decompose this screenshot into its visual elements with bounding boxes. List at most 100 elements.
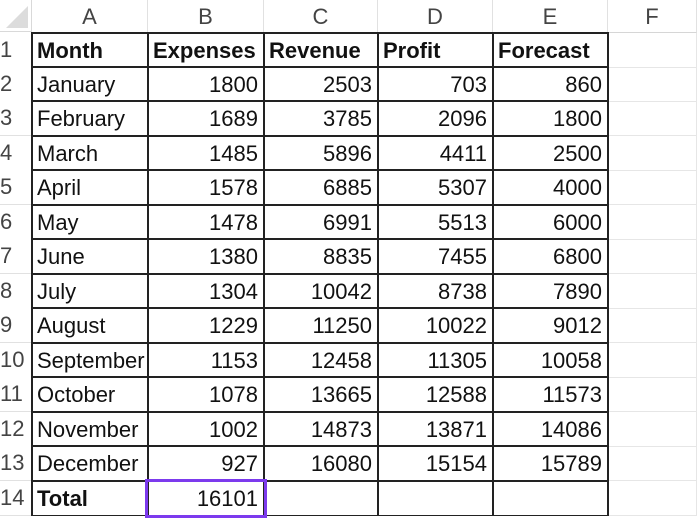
value-cell[interactable]: 10042 bbox=[264, 274, 378, 309]
value-cell[interactable]: 1578 bbox=[148, 170, 264, 205]
value-cell[interactable]: 5896 bbox=[264, 136, 378, 171]
value-cell[interactable]: 1078 bbox=[148, 377, 264, 412]
column-header-e[interactable]: E bbox=[493, 0, 608, 33]
month-cell[interactable]: August bbox=[32, 308, 148, 343]
value-cell[interactable]: 10058 bbox=[493, 343, 608, 378]
month-cell[interactable]: March bbox=[32, 136, 148, 171]
header-cell-month[interactable]: Month bbox=[32, 33, 148, 68]
column-header-d[interactable]: D bbox=[378, 0, 493, 33]
total-forecast-cell[interactable] bbox=[493, 481, 608, 516]
value-cell[interactable]: 5513 bbox=[378, 205, 493, 240]
row-header-13[interactable]: 13 bbox=[0, 446, 32, 481]
month-cell[interactable]: May bbox=[32, 205, 148, 240]
select-all-corner[interactable] bbox=[0, 0, 32, 32]
value-cell[interactable]: 1304 bbox=[148, 274, 264, 309]
column-header-a[interactable]: A bbox=[32, 0, 148, 33]
value-cell[interactable]: 1689 bbox=[148, 101, 264, 136]
empty-cell[interactable] bbox=[608, 170, 697, 205]
month-cell[interactable]: October bbox=[32, 377, 148, 412]
month-cell[interactable]: September bbox=[32, 343, 148, 378]
row-header-9[interactable]: 9 bbox=[0, 308, 32, 343]
empty-cell[interactable] bbox=[608, 377, 697, 412]
value-cell[interactable]: 5307 bbox=[378, 170, 493, 205]
total-label-cell[interactable]: Total bbox=[32, 481, 148, 516]
month-cell[interactable]: December bbox=[32, 446, 148, 481]
value-cell[interactable]: 2096 bbox=[378, 101, 493, 136]
column-header-c[interactable]: C bbox=[264, 0, 378, 33]
empty-cell[interactable] bbox=[608, 101, 697, 136]
value-cell[interactable]: 7890 bbox=[493, 274, 608, 309]
value-cell[interactable]: 6800 bbox=[493, 239, 608, 274]
row-header-12[interactable]: 12 bbox=[0, 412, 32, 447]
month-cell[interactable]: June bbox=[32, 239, 148, 274]
row-header-8[interactable]: 8 bbox=[0, 274, 32, 309]
empty-cell[interactable] bbox=[608, 205, 697, 240]
value-cell[interactable]: 2500 bbox=[493, 136, 608, 171]
empty-cell[interactable] bbox=[608, 67, 697, 102]
empty-cell[interactable] bbox=[608, 33, 697, 68]
value-cell[interactable]: 11573 bbox=[493, 377, 608, 412]
empty-cell[interactable] bbox=[608, 481, 697, 516]
value-cell[interactable]: 13665 bbox=[264, 377, 378, 412]
total-expenses-cell[interactable]: 16101 bbox=[148, 481, 264, 516]
value-cell[interactable]: 6885 bbox=[264, 170, 378, 205]
value-cell[interactable]: 2503 bbox=[264, 67, 378, 102]
row-header-4[interactable]: 4 bbox=[0, 136, 32, 171]
value-cell[interactable]: 4000 bbox=[493, 170, 608, 205]
row-header-11[interactable]: 11 bbox=[0, 377, 32, 412]
value-cell[interactable]: 15154 bbox=[378, 446, 493, 481]
empty-cell[interactable] bbox=[608, 446, 697, 481]
row-header-7[interactable]: 7 bbox=[0, 239, 32, 274]
value-cell[interactable]: 1800 bbox=[493, 101, 608, 136]
row-header-14[interactable]: 14 bbox=[0, 481, 32, 516]
row-header-1[interactable]: 1 bbox=[0, 33, 32, 68]
value-cell[interactable]: 703 bbox=[378, 67, 493, 102]
value-cell[interactable]: 1478 bbox=[148, 205, 264, 240]
value-cell[interactable]: 12458 bbox=[264, 343, 378, 378]
value-cell[interactable]: 13871 bbox=[378, 412, 493, 447]
value-cell[interactable]: 16080 bbox=[264, 446, 378, 481]
value-cell[interactable]: 14873 bbox=[264, 412, 378, 447]
value-cell[interactable]: 860 bbox=[493, 67, 608, 102]
empty-cell[interactable] bbox=[608, 308, 697, 343]
value-cell[interactable]: 3785 bbox=[264, 101, 378, 136]
row-header-10[interactable]: 10 bbox=[0, 343, 32, 378]
empty-cell[interactable] bbox=[608, 343, 697, 378]
value-cell[interactable]: 6991 bbox=[264, 205, 378, 240]
empty-cell[interactable] bbox=[608, 239, 697, 274]
empty-cell[interactable] bbox=[608, 412, 697, 447]
month-cell[interactable]: January bbox=[32, 67, 148, 102]
row-header-3[interactable]: 3 bbox=[0, 101, 32, 136]
month-cell[interactable]: February bbox=[32, 101, 148, 136]
month-cell[interactable]: July bbox=[32, 274, 148, 309]
total-profit-cell[interactable] bbox=[378, 481, 493, 516]
value-cell[interactable]: 15789 bbox=[493, 446, 608, 481]
column-header-f[interactable]: F bbox=[608, 0, 697, 33]
row-header-6[interactable]: 6 bbox=[0, 205, 32, 240]
value-cell[interactable]: 4411 bbox=[378, 136, 493, 171]
value-cell[interactable]: 1229 bbox=[148, 308, 264, 343]
value-cell[interactable]: 927 bbox=[148, 446, 264, 481]
value-cell[interactable]: 12588 bbox=[378, 377, 493, 412]
header-cell-revenue[interactable]: Revenue bbox=[264, 33, 378, 68]
value-cell[interactable]: 7455 bbox=[378, 239, 493, 274]
month-cell[interactable]: November bbox=[32, 412, 148, 447]
total-revenue-cell[interactable] bbox=[264, 481, 378, 516]
spreadsheet-grid[interactable]: A B C D E F 1 2 3 4 5 6 7 8 9 10 11 12 13 14 Month Expenses Re… bbox=[0, 0, 697, 525]
value-cell[interactable]: 1002 bbox=[148, 412, 264, 447]
month-cell[interactable]: April bbox=[32, 170, 148, 205]
value-cell[interactable]: 8738 bbox=[378, 274, 493, 309]
column-header-b[interactable]: B bbox=[148, 0, 264, 33]
value-cell[interactable]: 1380 bbox=[148, 239, 264, 274]
value-cell[interactable]: 11305 bbox=[378, 343, 493, 378]
row-header-5[interactable]: 5 bbox=[0, 170, 32, 205]
value-cell[interactable]: 10022 bbox=[378, 308, 493, 343]
empty-cell[interactable] bbox=[608, 136, 697, 171]
value-cell[interactable]: 14086 bbox=[493, 412, 608, 447]
value-cell[interactable]: 8835 bbox=[264, 239, 378, 274]
value-cell[interactable]: 9012 bbox=[493, 308, 608, 343]
header-cell-profit[interactable]: Profit bbox=[378, 33, 493, 68]
value-cell[interactable]: 1800 bbox=[148, 67, 264, 102]
empty-cell[interactable] bbox=[608, 274, 697, 309]
header-cell-expenses[interactable]: Expenses bbox=[148, 33, 264, 68]
